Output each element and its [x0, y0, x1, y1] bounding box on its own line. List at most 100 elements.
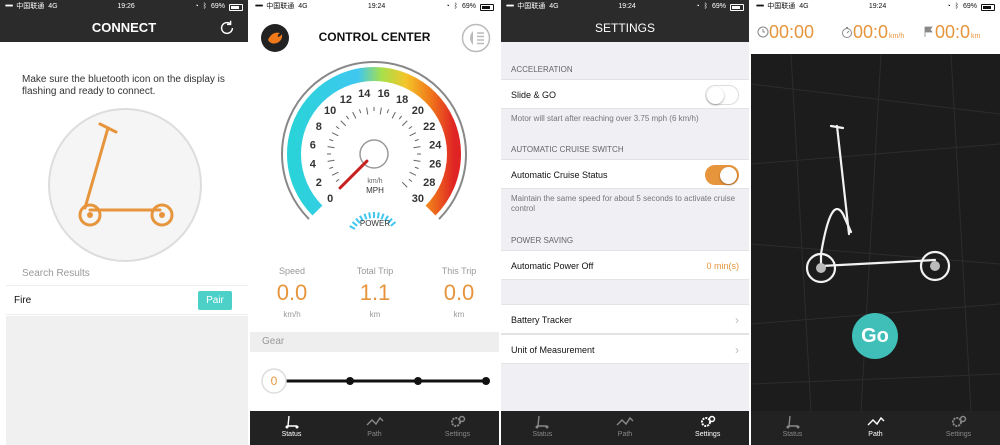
bluetooth-icon: ᛒ	[954, 3, 959, 10]
gear-icon	[700, 415, 715, 427]
gauge-tick-label: 14	[358, 88, 371, 100]
auto-power-off-row[interactable]: Automatic Power Off 0 min(s)	[501, 250, 749, 280]
alarm-icon: ◔	[946, 3, 951, 10]
row-label: Automatic Power Off	[511, 261, 594, 271]
status-bar: ••••• 中国联通 4G 19:24 ◔ ᛒ 69%	[501, 0, 749, 14]
tab-label: Settings	[444, 431, 471, 438]
stat-label: Total Trip	[356, 266, 394, 276]
network-label: 4G	[549, 3, 559, 10]
clock: 19:26	[117, 3, 135, 10]
chevron-right-icon: ›	[735, 343, 739, 357]
network-label: 4G	[799, 3, 809, 10]
control-center-screen: ••••• 中国联通 4G 19:24 ◔ ᛒ 69% CONTROL CENTER	[250, 0, 499, 445]
gear-stop[interactable]	[482, 377, 490, 385]
connect-screen: ••••• 中国联通 4G 19:26 ◔ ᛒ 69% CONNECT Make sur…	[0, 0, 248, 445]
gauge-mode-label: POWER	[360, 219, 390, 228]
network-label: 4G	[48, 3, 58, 10]
tab-label: Settings	[945, 431, 972, 438]
settings-screen: ••••• 中国联通 4G 19:24 ◔ ᛒ 69% SETTINGS ACCELER…	[501, 0, 749, 445]
time-value: 00:00	[769, 22, 815, 42]
gear-stop[interactable]	[346, 377, 354, 385]
headlight-icon[interactable]	[461, 23, 491, 53]
path-screen: ••••• 中国联通 4G 19:24 ◔ ᛒ 69% 00:00 00:0 km/h …	[751, 0, 1000, 445]
distance-value: 00:0	[935, 22, 971, 42]
gauge-tick-label: 12	[340, 94, 352, 106]
tab-status[interactable]: Status	[250, 411, 333, 445]
stat-value: 1.1	[359, 280, 391, 305]
tab-status[interactable]: Status	[501, 411, 584, 445]
metric-speed: 00:0 km/h	[841, 22, 904, 43]
unit-of-measurement-row[interactable]: Unit of Measurement ›	[501, 334, 749, 364]
tab-path[interactable]: Path	[333, 411, 416, 445]
gauge-tick-label: 28	[423, 177, 435, 189]
gauge-minor-tick	[331, 171, 339, 176]
slide-go-toggle[interactable]	[705, 85, 739, 105]
stopwatch-icon	[842, 27, 852, 38]
stat-label: Speed	[278, 266, 306, 276]
tab-path[interactable]: Path	[834, 411, 917, 445]
go-button[interactable]: Go	[852, 313, 898, 359]
distance-unit: km	[971, 33, 981, 40]
gauge-minor-tick	[327, 146, 335, 149]
gauge-minor-tick	[386, 109, 389, 114]
power-segment	[349, 225, 356, 230]
cruise-note: Maintain the same speed for about 5 seco…	[511, 194, 736, 213]
section-header-cruise: AUTOMATIC CRUISE SWITCH	[511, 145, 624, 154]
clock: 19:24	[618, 3, 636, 10]
metric-time: 00:00	[757, 22, 814, 43]
device-list-item[interactable]: Fire Pair	[6, 285, 248, 315]
cruise-status-toggle[interactable]	[705, 165, 739, 185]
tab-label: Path	[868, 431, 883, 438]
tab-settings[interactable]: Settings	[917, 411, 1000, 445]
gauge-minor-tick	[401, 181, 408, 188]
tab-status[interactable]: Status	[751, 411, 834, 445]
refresh-icon[interactable]	[218, 19, 236, 37]
battery-percent: 69%	[461, 3, 476, 10]
gauge-minor-tick	[398, 115, 403, 120]
gauge-tick-label: 0	[327, 193, 333, 205]
stat-speed: Speed 0.0 km/h	[252, 266, 332, 319]
power-segment	[368, 212, 372, 219]
battery-icon	[480, 3, 494, 11]
gauge-minor-tick	[327, 159, 335, 162]
stat-unit: km	[369, 310, 381, 319]
path-tab-icon	[616, 416, 634, 426]
control-center-header: CONTROL CENTER	[250, 14, 499, 58]
scooter-illustration	[48, 108, 202, 262]
section-header-acceleration: ACCELERATION	[511, 65, 573, 74]
gear-icon	[951, 415, 966, 427]
section-header-power: POWER SAVING	[511, 236, 574, 245]
gear-section-label: Gear	[250, 332, 499, 352]
slide-go-row: Slide & GO	[501, 79, 749, 109]
carrier-label: 中国联通	[517, 3, 546, 10]
clock: 19:24	[367, 3, 386, 10]
gauge-minor-tick	[401, 120, 408, 127]
tab-label: Path	[617, 431, 633, 438]
gear-stop[interactable]	[414, 377, 422, 385]
battery-icon	[981, 3, 995, 11]
metric-distance: 00:0 km	[923, 22, 980, 43]
gauge-tick-label: 10	[324, 105, 336, 117]
tab-bar: Status Path Settings	[250, 411, 499, 445]
gauge-small-unit: km/h	[367, 178, 382, 185]
tab-path[interactable]: Path	[584, 411, 667, 445]
chevron-right-icon: ›	[735, 313, 739, 327]
gear-slider[interactable]: 0	[260, 366, 492, 396]
status-bar: ••••• 中国联通 4G 19:24 ◔ ᛒ 69%	[751, 0, 1000, 14]
gear-value: 0	[271, 374, 278, 388]
gauge-minor-tick	[414, 166, 419, 169]
tab-settings[interactable]: Settings	[666, 411, 749, 445]
gauge-minor-tick	[335, 178, 340, 183]
path-tab-icon	[867, 416, 884, 426]
tab-label: Status	[281, 431, 302, 438]
battery-icon	[730, 3, 744, 11]
power-segment	[390, 221, 397, 227]
route-map[interactable]: Go	[751, 54, 1000, 411]
gauge-unit: MPH	[366, 186, 384, 195]
gauge-minor-tick	[335, 125, 340, 130]
pair-button[interactable]: Pair	[198, 291, 232, 310]
gauge-tick-label: 4	[310, 159, 317, 171]
battery-tracker-row[interactable]: Battery Tracker ›	[501, 304, 749, 334]
tab-settings[interactable]: Settings	[416, 411, 499, 445]
gauge-minor-tick	[414, 139, 419, 142]
